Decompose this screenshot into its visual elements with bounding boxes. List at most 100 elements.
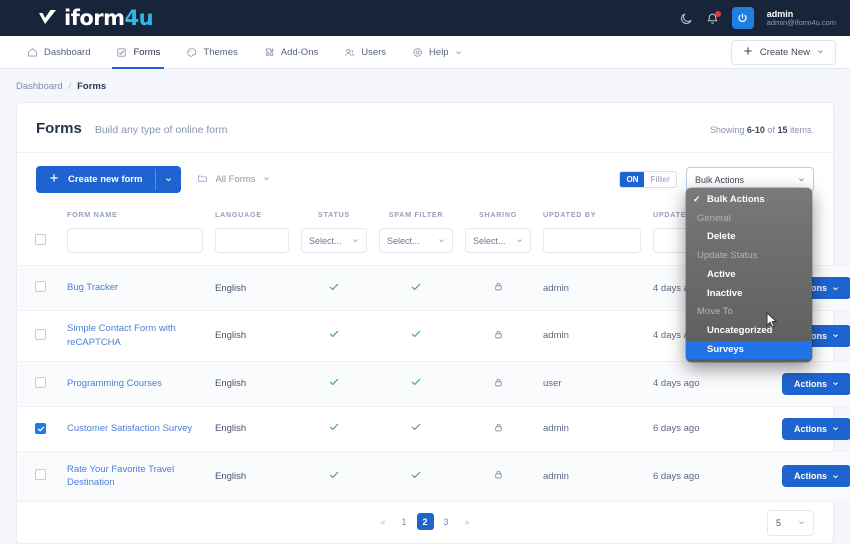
pagination-page-1[interactable]: 1 xyxy=(396,513,413,530)
bulk-option-uncategorized[interactable]: Uncategorized xyxy=(686,322,812,341)
all-forms-filter[interactable]: All Forms xyxy=(197,173,269,187)
filter-updated-by-input[interactable] xyxy=(543,228,641,253)
pagination-page-3[interactable]: 3 xyxy=(438,513,455,530)
lock-icon xyxy=(493,378,504,391)
app-logo[interactable]: iform4u xyxy=(38,6,154,30)
nav-item-users[interactable]: Users xyxy=(331,36,399,69)
row-updated-by: admin xyxy=(543,282,569,294)
chevron-down-icon xyxy=(263,174,270,185)
form-name-link[interactable]: Rate Your Favorite Travel Destination xyxy=(67,464,174,489)
page-subtitle: Build any type of online form xyxy=(94,124,228,136)
th-checkbox xyxy=(17,204,57,226)
nav-item-dashboard[interactable]: Dashboard xyxy=(14,36,103,69)
th-spam-filter: SPAM FILTER xyxy=(388,210,444,219)
filter-spam-value: Select... xyxy=(387,235,420,246)
user-email: admin@iform4u.com xyxy=(766,17,836,27)
nav-item-forms[interactable]: Forms xyxy=(103,36,173,69)
main-nav: Dashboard Forms Themes Add-Ons Users Hel… xyxy=(0,36,850,69)
row-checkbox[interactable] xyxy=(35,376,46,388)
nav-item-themes[interactable]: Themes xyxy=(173,36,250,69)
card-title-wrap: Forms Build any type of online form xyxy=(36,120,227,137)
showing-range: 6-10 xyxy=(746,125,765,135)
row-sharing-cell xyxy=(459,406,537,451)
bulk-option-delete[interactable]: Delete xyxy=(686,228,812,247)
breadcrumb-dashboard[interactable]: Dashboard xyxy=(16,81,62,92)
users-icon xyxy=(344,47,355,58)
filter-status-value: Select... xyxy=(309,235,342,246)
bulk-option-update-status: Update Status xyxy=(697,250,758,262)
bulk-option-inactive[interactable]: Inactive xyxy=(686,285,812,304)
row-checkbox[interactable] xyxy=(35,469,46,481)
pagination-next[interactable]: » xyxy=(459,513,476,530)
user-meta[interactable]: admin admin@iform4u.com xyxy=(767,9,836,28)
filter-toggle-off[interactable]: Filter xyxy=(644,172,676,187)
row-status-cell xyxy=(295,266,373,311)
moon-icon[interactable] xyxy=(680,12,693,25)
row-actions-button[interactable]: Actions xyxy=(781,372,850,395)
row-checkbox[interactable] xyxy=(35,328,46,340)
check-icon xyxy=(328,331,340,343)
row-updated-by: admin xyxy=(543,330,569,342)
row-status-cell xyxy=(295,361,373,406)
create-new-form-button[interactable]: Create new form xyxy=(36,166,182,193)
pagination: «1 2 3» xyxy=(375,513,476,531)
row-actions-label: Actions xyxy=(793,423,827,434)
filter-toggle[interactable]: ON Filter xyxy=(619,171,677,188)
select-all-checkbox[interactable] xyxy=(35,233,46,245)
row-updated: 6 days ago xyxy=(653,423,700,435)
table-row: Customer Satisfaction Survey English admin… xyxy=(17,406,850,451)
showing-mid: of xyxy=(767,125,775,135)
filter-toggle-on[interactable]: ON xyxy=(620,172,645,187)
avatar[interactable] xyxy=(731,7,754,29)
row-checkbox[interactable] xyxy=(35,281,46,292)
row-updated-by: admin xyxy=(543,470,569,482)
filter-form-name-input[interactable] xyxy=(67,228,203,253)
row-checkbox[interactable] xyxy=(35,423,46,435)
row-actions-button[interactable]: Actions xyxy=(781,417,850,440)
row-spam-cell xyxy=(373,406,459,451)
filter-status-cell: Select... xyxy=(295,226,373,266)
row-spam-cell xyxy=(373,451,459,501)
check-icon xyxy=(328,378,340,391)
bulk-option-move-to: Move To xyxy=(697,306,733,318)
create-new-form-caret[interactable] xyxy=(155,169,181,190)
row-language: English xyxy=(215,423,247,435)
nav-item-help[interactable]: Help xyxy=(399,36,475,69)
form-name-link[interactable]: Programming Courses xyxy=(67,378,162,389)
page-size-select[interactable]: 5 xyxy=(767,509,814,536)
filter-spam-select[interactable]: Select... xyxy=(379,228,453,253)
pagination-prev[interactable]: « xyxy=(375,513,392,530)
filter-language-input[interactable] xyxy=(215,228,289,253)
nav-label: Dashboard xyxy=(44,46,91,58)
create-new-button[interactable]: Create New xyxy=(730,39,836,65)
nav-label: Forms xyxy=(133,46,161,58)
row-status-cell xyxy=(295,311,373,362)
bell-icon[interactable] xyxy=(706,10,721,25)
form-name-link[interactable]: Simple Contact Form with reCAPTCHA xyxy=(67,323,176,348)
form-name-link[interactable]: Customer Satisfaction Survey xyxy=(67,423,192,434)
page-title: Forms xyxy=(36,120,82,137)
row-actions-label: Actions xyxy=(793,471,827,482)
bulk-actions-dropdown-menu[interactable]: Bulk Actions General Delete Update Status Ac… xyxy=(686,188,812,363)
row-form-name-cell: Simple Contact Form with reCAPTCHA xyxy=(57,311,209,362)
pagination-page-2[interactable]: 2 xyxy=(416,513,434,531)
form-name-link[interactable]: Bug Tracker xyxy=(67,282,118,293)
th-language: LANGUAGE xyxy=(215,210,262,219)
row-language: English xyxy=(215,330,247,342)
bulk-option-bulk-actions[interactable]: Bulk Actions xyxy=(686,191,812,210)
bulk-option-active[interactable]: Active xyxy=(686,266,812,285)
check-icon xyxy=(328,423,340,436)
filter-status-select[interactable]: Select... xyxy=(301,228,367,253)
page-size-value: 5 xyxy=(776,517,782,528)
th-updated-by: UPDATED BY xyxy=(543,210,597,219)
check-logo-icon xyxy=(38,9,57,28)
check-icon xyxy=(410,331,422,343)
filter-sharing-select[interactable]: Select... xyxy=(465,228,531,253)
nav-item-addons[interactable]: Add-Ons xyxy=(251,36,332,69)
lock-icon xyxy=(493,282,504,295)
row-form-name-cell: Customer Satisfaction Survey xyxy=(57,406,209,451)
filter-updated-by-cell xyxy=(537,226,647,266)
bulk-option-surveys[interactable]: Surveys xyxy=(686,340,812,360)
row-actions-button[interactable]: Actions xyxy=(781,465,850,488)
row-spam-cell xyxy=(373,266,459,311)
